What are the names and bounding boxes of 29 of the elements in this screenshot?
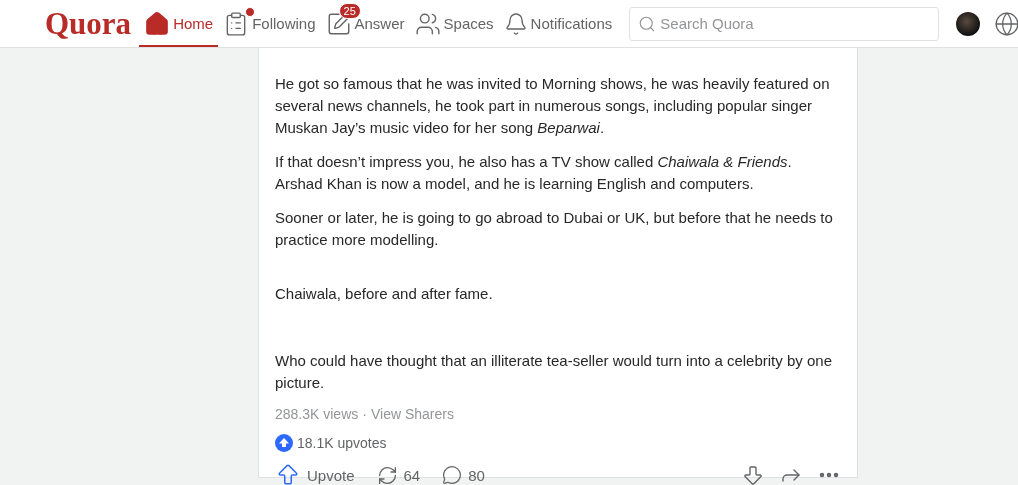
bell-icon <box>503 11 528 36</box>
count-badge: 25 <box>338 2 361 19</box>
answer-paragraph: He got so famous that he was invited to Morning shows, he was heavily featured on several news channels, he took part in numerous songs, including popular singer Muskan Jay’s music video for her song Beparwai. <box>275 74 831 138</box>
nav-tab[interactable]: Spaces <box>409 0 499 47</box>
nav-tab[interactable]: Home <box>139 0 219 47</box>
upvote-arrow-icon <box>275 462 301 485</box>
quora-logo[interactable]: Quora <box>45 5 132 42</box>
answer-paragraph: If that doesn’t impress you, he also has a TV show called Chaiwala & Friends. Arshad Khan is now a model, and he is learning English and computers. <box>275 152 793 194</box>
comment-button[interactable]: 80 <box>442 465 485 485</box>
comment-icon <box>442 465 463 485</box>
share-icon <box>376 464 398 485</box>
avatar[interactable] <box>956 11 981 36</box>
nav-tab[interactable]: Notifications <box>498 0 618 47</box>
upvote-icon <box>275 434 293 452</box>
search-field[interactable]: Search Quora <box>629 6 940 41</box>
answer-paragraph: Sooner or later, he is going to go abroad to Dubai or UK, but before that he needs to practice more modelling. <box>275 208 834 250</box>
view-count: 288.3K views <box>275 406 359 422</box>
image-caption: Chaiwala, before and after fame. <box>275 284 494 304</box>
home-icon <box>144 10 171 37</box>
upvote-count: 18.1K upvotes <box>297 435 387 451</box>
upvote-button[interactable]: Upvote <box>275 462 355 485</box>
nav-tab[interactable]: Following <box>218 0 321 47</box>
downvote-icon[interactable] <box>741 463 765 485</box>
separator-dot: · <box>362 406 367 422</box>
nav-tab[interactable]: 25 Answer <box>320 0 410 47</box>
answer-paragraph: Who could have thought that an illiterate tea-seller would turn into a celebrity by one picture. <box>275 351 833 393</box>
globe-icon[interactable] <box>994 10 1018 37</box>
share-count-button[interactable]: 64 <box>376 464 421 485</box>
search-icon <box>638 14 657 33</box>
